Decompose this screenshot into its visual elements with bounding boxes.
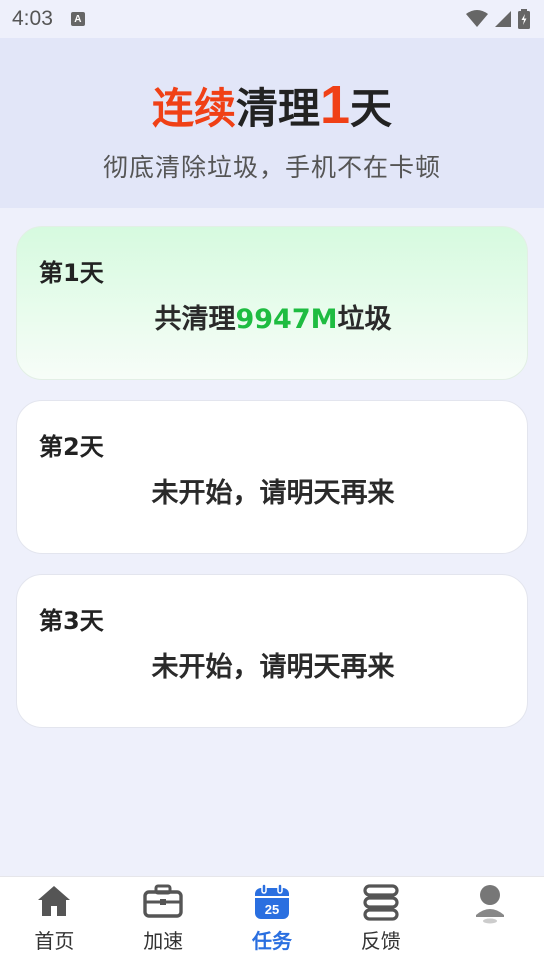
bottom-nav: 首页 加速 25 任务 反馈 [0,876,544,968]
nav-label: 反馈 [360,929,401,953]
day-message: 未开始，请明天再来 [151,478,395,509]
calendar-badge: 25 [265,902,279,917]
signal-icon [495,11,511,27]
task-screen: 4:03 A 连续清理1天 彻底清除垃圾，手机不在卡顿 第1天 共清理9947M… [0,0,544,968]
day-label: 第2天 [39,433,104,461]
title-mid: 清理 [235,84,320,133]
page-subtitle: 彻底清除垃圾，手机不在卡顿 [102,153,441,182]
status-bar: 4:03 A [0,0,544,38]
calendar-icon: 25 [254,883,289,919]
nav-item-profile[interactable] [435,877,544,968]
day-message: 未开始，请明天再来 [151,652,395,683]
day-message: 共清理9947M垃圾 [17,297,529,336]
status-time: 4:03 [12,7,53,30]
streak-count: 1 [319,75,351,135]
header: 连续清理1天 彻底清除垃圾，手机不在卡顿 [0,38,544,208]
title-end: 天 [350,84,393,133]
nav-item-feedback[interactable]: 反馈 [326,877,435,968]
server-icon [363,884,399,921]
title-red: 连续 [151,84,236,133]
briefcase-icon [143,884,183,918]
wifi-icon [466,10,488,27]
nav-item-tasks[interactable]: 25 任务 [218,877,327,968]
day-card-3[interactable]: 第3天 未开始，请明天再来 [16,574,528,728]
page-title: 连续清理1天 [0,78,544,136]
day-label: 第1天 [39,259,104,287]
nav-label: 任务 [251,929,292,953]
nav-item-home[interactable]: 首页 [0,877,109,968]
day-label: 第3天 [39,607,104,635]
home-icon [38,886,71,916]
battery-icon [518,9,530,29]
msg-suffix: 垃圾 [337,304,392,335]
user-icon [475,885,504,924]
nav-label: 首页 [34,929,75,953]
msg-prefix: 共清理 [154,304,236,335]
nav-item-speedup[interactable]: 加速 [109,877,218,968]
day-card-1[interactable]: 第1天 共清理9947M垃圾 [16,226,528,380]
nav-label: 加速 [143,929,184,953]
day-card-2[interactable]: 第2天 未开始，请明天再来 [16,400,528,554]
status-icons [466,9,530,29]
notification-icon: A [70,12,85,26]
cleaned-amount: 9947M [235,304,338,335]
